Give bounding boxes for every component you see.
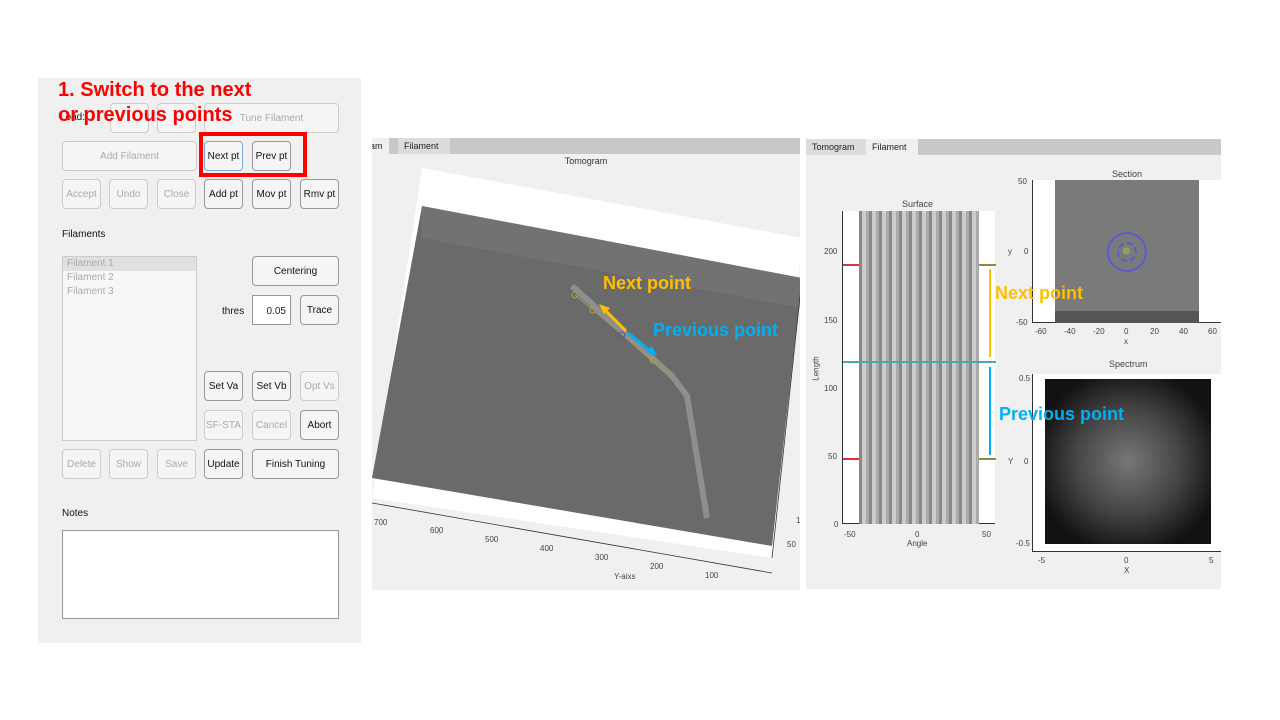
thres-label: thres <box>222 306 245 317</box>
y-tick: 50 <box>828 452 837 461</box>
spectrum-axes <box>1032 374 1221 552</box>
tomogram-view[interactable] <box>372 138 800 590</box>
x-tick: -5 <box>1038 556 1046 565</box>
trace-button[interactable]: Trace <box>300 295 339 325</box>
cancel-button[interactable]: Cancel <box>252 410 291 440</box>
filaments-label: Filaments <box>62 229 106 240</box>
x-axis-label: Angle <box>907 539 928 548</box>
x-tick: 200 <box>650 562 664 571</box>
update-button[interactable]: Update <box>204 449 243 479</box>
filament-list[interactable]: Filament 1 Filament 2 Filament 3 <box>62 256 197 441</box>
rmv-pt-button[interactable]: Rmv pt <box>300 179 339 209</box>
filament-panel: Tomogram Filament Surface 200 150 100 50… <box>806 139 1221 589</box>
y-tick: 200 <box>824 247 838 256</box>
x-tick: 5 <box>1209 556 1214 565</box>
finish-tuning-button[interactable]: Finish Tuning <box>252 449 339 479</box>
x-tick: 20 <box>1150 327 1159 336</box>
tab-filament[interactable]: Filament <box>866 139 918 155</box>
y-axis-label: Y <box>1008 457 1014 466</box>
x-tick: 40 <box>1179 327 1188 336</box>
previous-point-annotation: Previous point <box>999 404 1125 424</box>
delete-button[interactable]: Delete <box>62 449 101 479</box>
x-tick: 500 <box>485 535 499 544</box>
x-tick: -50 <box>844 530 856 539</box>
tomogram-panel: am Filament Tomogram 700 600 500 400 300… <box>372 138 800 590</box>
accept-button[interactable]: Accept <box>62 179 101 209</box>
tab-tomogram[interactable]: Tomogram <box>806 139 866 155</box>
y-tick: 0 <box>1024 247 1029 256</box>
x-tick: 0 <box>1124 556 1129 565</box>
abort-button[interactable]: Abort <box>300 410 339 440</box>
set-vb-button[interactable]: Set Vb <box>252 371 291 401</box>
list-item[interactable]: Filament 2 <box>63 271 196 285</box>
y-axis-label: y <box>1008 247 1012 256</box>
y-tick: 50 <box>1018 177 1027 186</box>
x-tick: 400 <box>540 544 554 553</box>
x-axis-label: Y-aixs <box>614 572 636 581</box>
x-axis-label: x <box>1124 337 1128 346</box>
tab-bar: Tomogram Filament <box>806 139 1221 155</box>
undo-button[interactable]: Undo <box>109 179 148 209</box>
previous-arrow <box>989 367 991 455</box>
surface-axes <box>842 211 996 524</box>
opt-vs-button[interactable]: Opt Vs <box>300 371 339 401</box>
save-button[interactable]: Save <box>157 449 196 479</box>
x-tick: -40 <box>1064 327 1076 336</box>
x-tick: 100 <box>705 571 719 580</box>
next-arrow <box>989 269 991 357</box>
next-point-annotation: Next point <box>603 273 691 293</box>
sf-sta-button[interactable]: SF-STA <box>204 410 243 440</box>
x-tick: -20 <box>1093 327 1105 336</box>
spectrum-title: Spectrum <box>1109 359 1148 369</box>
add-pt-button[interactable]: Add pt <box>204 179 243 209</box>
next-point-annotation: Next point <box>995 283 1083 303</box>
y-axis-label: Length <box>811 356 821 381</box>
current-point-line <box>843 361 996 363</box>
x-axis-label: X <box>1124 566 1130 575</box>
x-tick: 0 <box>1124 327 1129 336</box>
previous-point-annotation: Previous point <box>653 320 779 340</box>
mov-pt-button[interactable]: Mov pt <box>252 179 291 209</box>
list-item[interactable]: Filament 1 <box>63 257 196 271</box>
notes-label: Notes <box>62 508 89 519</box>
y-tick: 0 <box>1024 457 1029 466</box>
list-item[interactable]: Filament 3 <box>63 285 196 299</box>
callout-text: 1. Switch to the next or previous points <box>58 79 252 126</box>
x-tick: 300 <box>595 553 609 562</box>
y-tick: 0 <box>834 520 839 529</box>
x-tick: -60 <box>1035 327 1047 336</box>
surface-title: Surface <box>902 199 934 209</box>
thres-input[interactable]: 0.05 <box>252 295 291 325</box>
set-va-button[interactable]: Set Va <box>204 371 243 401</box>
add-filament-button[interactable]: Add Filament <box>62 141 197 171</box>
x-tick: 50 <box>982 530 991 539</box>
x-tick: 60 <box>1208 327 1217 336</box>
highlight-box <box>199 132 307 177</box>
x-tick: 600 <box>430 526 444 535</box>
notes-textarea[interactable] <box>62 530 339 619</box>
x-tick: 0 <box>915 530 920 539</box>
show-button[interactable]: Show <box>109 449 148 479</box>
y-tick: 0.5 <box>1019 374 1031 383</box>
x-tick: 700 <box>374 518 388 527</box>
y-tick: -50 <box>1016 318 1028 327</box>
y-tick: 100 <box>824 384 838 393</box>
y-tick: 150 <box>824 316 838 325</box>
centering-button[interactable]: Centering <box>252 256 339 286</box>
close-button[interactable]: Close <box>157 179 196 209</box>
center-marker-icon: ⊗ <box>1122 246 1131 257</box>
surface-image <box>859 211 979 524</box>
z-tick: 50 <box>787 540 796 549</box>
y-tick: -0.5 <box>1016 539 1030 548</box>
section-title: Section <box>1112 169 1143 179</box>
z-tick: 10 <box>796 516 800 525</box>
